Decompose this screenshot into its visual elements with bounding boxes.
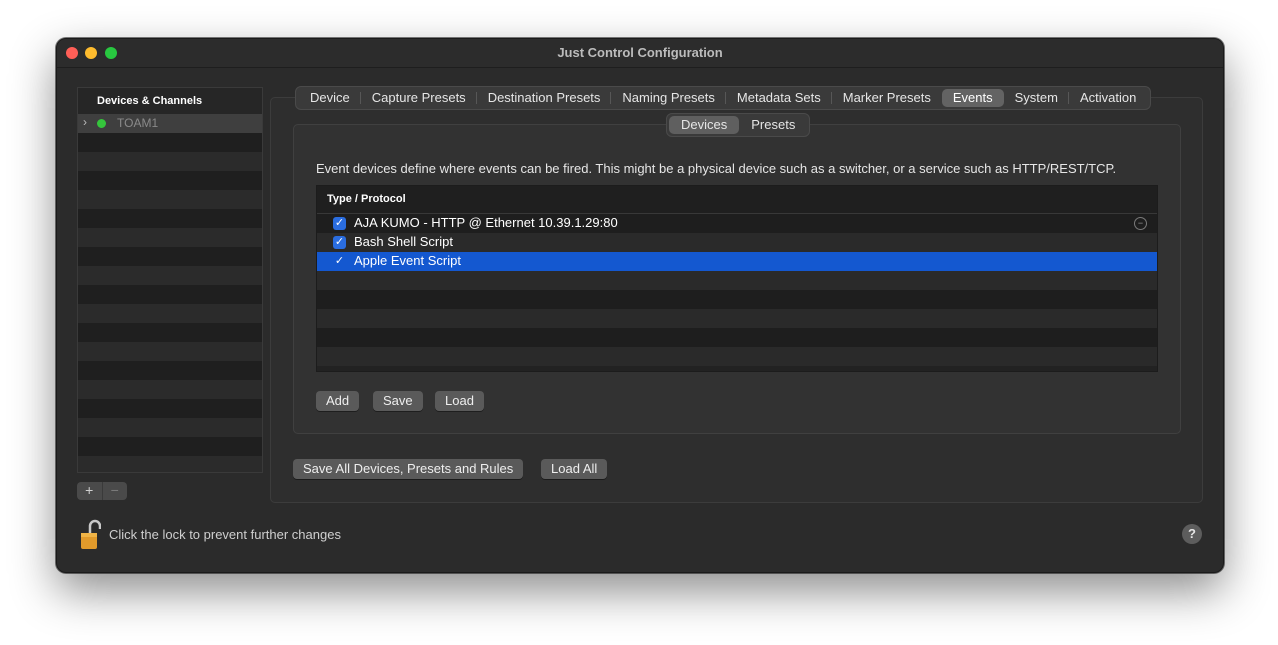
- help-button[interactable]: ?: [1182, 524, 1202, 544]
- row-checkbox[interactable]: ✓: [333, 217, 346, 230]
- table-row-selected[interactable]: ✓ Apple Event Script: [317, 252, 1157, 271]
- events-description: Event devices define where events can be…: [316, 161, 1117, 176]
- remove-circle-icon[interactable]: −: [1134, 217, 1147, 230]
- tab-bar: Device Capture Presets Destination Prese…: [295, 86, 1152, 110]
- tab-naming-presets[interactable]: Naming Presets: [611, 87, 727, 109]
- sidebar-header: Devices & Channels: [78, 88, 262, 114]
- sidebar-empty-row: [78, 228, 262, 247]
- add-device-button[interactable]: +: [77, 482, 102, 500]
- sidebar-empty-row: [78, 171, 262, 190]
- tab-marker-presets[interactable]: Marker Presets: [832, 87, 942, 109]
- column-header-type-protocol[interactable]: Type / Protocol: [317, 186, 1157, 214]
- sidebar-empty-row: [78, 323, 262, 342]
- status-dot-icon: [97, 119, 106, 128]
- lock-icon[interactable]: [79, 519, 101, 551]
- row-checkbox[interactable]: ✓: [333, 236, 346, 249]
- devices-sidebar: Devices & Channels › TOAM1: [77, 87, 263, 473]
- tab-activation[interactable]: Activation: [1069, 87, 1147, 109]
- table-empty-row: [317, 347, 1157, 366]
- row-label: Apple Event Script: [354, 253, 461, 268]
- sidebar-empty-row: [78, 247, 262, 266]
- sidebar-item-toam1[interactable]: › TOAM1: [78, 114, 262, 133]
- add-event-device-button[interactable]: Add: [316, 391, 360, 411]
- table-empty-row: [317, 309, 1157, 328]
- app-window: Just Control Configuration Devices & Cha…: [56, 38, 1224, 573]
- load-event-devices-button[interactable]: Load: [435, 391, 484, 411]
- row-label: AJA KUMO - HTTP @ Ethernet 10.39.1.29:80: [354, 215, 618, 230]
- segmented-control: Devices Presets: [666, 113, 811, 137]
- row-checkbox[interactable]: ✓: [333, 255, 346, 268]
- remove-device-button[interactable]: −: [101, 482, 128, 500]
- sidebar-empty-row: [78, 285, 262, 304]
- save-all-button[interactable]: Save All Devices, Presets and Rules: [293, 459, 524, 479]
- table-empty-row: [317, 328, 1157, 347]
- sidebar-empty-row: [78, 304, 262, 323]
- save-event-devices-button[interactable]: Save: [373, 391, 423, 411]
- window-title: Just Control Configuration: [557, 45, 723, 60]
- sidebar-empty-row: [78, 456, 262, 472]
- lock-message: Click the lock to prevent further change…: [109, 527, 341, 542]
- tab-metadata-sets[interactable]: Metadata Sets: [726, 87, 832, 109]
- tab-capture-presets[interactable]: Capture Presets: [361, 87, 477, 109]
- sidebar-empty-row: [78, 342, 262, 361]
- sidebar-empty-row: [78, 266, 262, 285]
- table-row[interactable]: ✓ AJA KUMO - HTTP @ Ethernet 10.39.1.29:…: [317, 214, 1157, 233]
- event-devices-table[interactable]: Type / Protocol ✓ AJA KUMO - HTTP @ Ethe…: [316, 185, 1158, 372]
- tab-destination-presets[interactable]: Destination Presets: [477, 87, 612, 109]
- row-label: Bash Shell Script: [354, 234, 453, 249]
- sidebar-empty-row: [78, 133, 262, 152]
- title-bar[interactable]: Just Control Configuration: [57, 39, 1223, 68]
- segment-devices[interactable]: Devices: [669, 116, 740, 134]
- sidebar-empty-row: [78, 437, 262, 456]
- table-empty-row: [317, 290, 1157, 309]
- tab-events[interactable]: Events: [941, 89, 1004, 107]
- segment-presets[interactable]: Presets: [739, 114, 807, 136]
- tab-system[interactable]: System: [1004, 87, 1070, 109]
- sidebar-empty-row: [78, 209, 262, 228]
- table-row[interactable]: ✓ Bash Shell Script: [317, 233, 1157, 252]
- sidebar-empty-row: [78, 152, 262, 171]
- sidebar-empty-row: [78, 190, 262, 209]
- sidebar-empty-row: [78, 399, 262, 418]
- sidebar-item-label: TOAM1: [117, 116, 159, 130]
- sidebar-empty-row: [78, 380, 262, 399]
- table-empty-row: [317, 271, 1157, 290]
- load-all-button[interactable]: Load All: [541, 459, 608, 479]
- sidebar-empty-row: [78, 361, 262, 380]
- sidebar-empty-row: [78, 418, 262, 437]
- chevron-right-icon[interactable]: ›: [83, 115, 87, 129]
- add-remove-control: + −: [77, 482, 127, 500]
- tab-device[interactable]: Device: [299, 87, 361, 109]
